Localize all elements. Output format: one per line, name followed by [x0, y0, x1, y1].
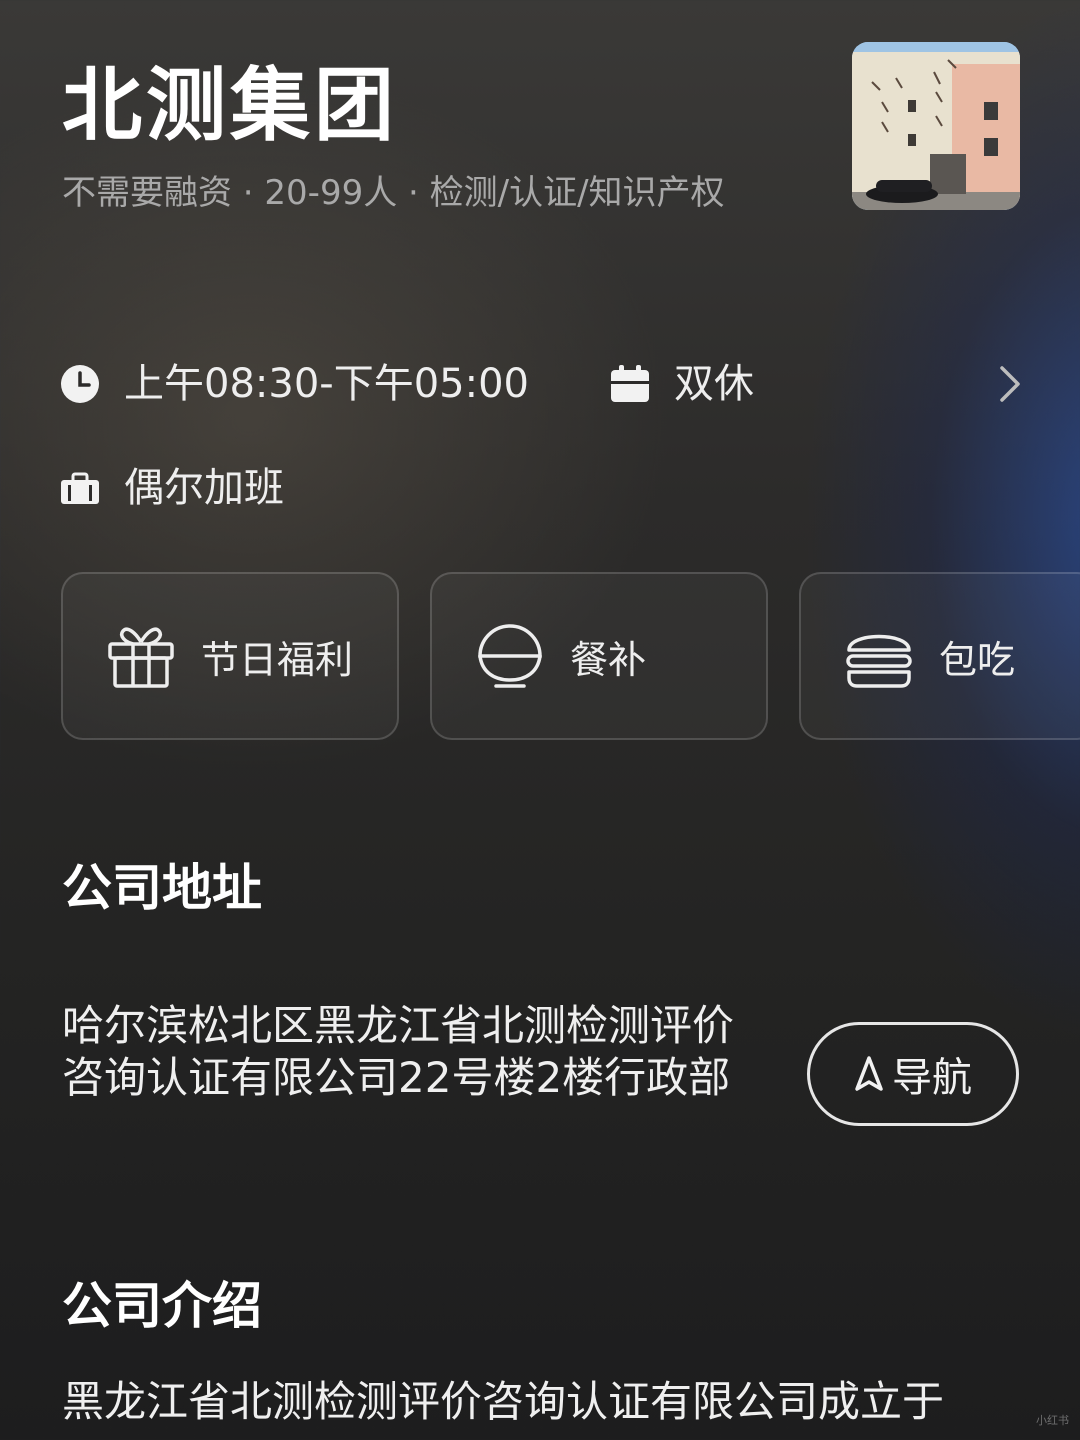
clock-icon — [61, 365, 99, 403]
navigate-button[interactable]: 导航 — [807, 1022, 1019, 1126]
benefit-card-meal-allowance[interactable]: 餐补 — [430, 572, 768, 740]
work-hours-row[interactable]: 上午08:30-下午05:00 — [60, 356, 529, 412]
calendar-icon — [611, 365, 649, 402]
navigate-label: 导航 — [892, 1055, 972, 1101]
benefit-card-meals-provided[interactable]: 包吃 — [799, 572, 1080, 740]
building-photo-illustration — [852, 42, 1020, 210]
gift-icon — [108, 627, 174, 688]
watermark: 小红书 — [1036, 1414, 1069, 1427]
work-schedule: 双休 — [610, 356, 754, 412]
overtime-row: 偶尔加班 — [60, 460, 284, 516]
chevron-right-icon[interactable] — [994, 364, 1024, 404]
benefit-label: 餐补 — [570, 637, 647, 682]
work-hours-text: 上午08:30-下午05:00 — [124, 361, 529, 407]
benefit-card-holiday[interactable]: 节日福利 — [61, 572, 399, 740]
overtime-text: 偶尔加班 — [124, 465, 284, 511]
address-text: 哈尔滨松北区黑龙江省北测检测评价咨询认证有限公司22号楼2楼行政部 — [62, 1001, 735, 1102]
company-title: 北测集团 — [62, 59, 398, 152]
briefcase-icon — [61, 472, 99, 504]
company-photo[interactable] — [852, 42, 1020, 210]
intro-section-title: 公司介绍 — [62, 1277, 262, 1335]
work-schedule-text: 双休 — [674, 361, 754, 407]
intro-text: 黑龙江省北测检测评价咨询认证有限公司成立于 — [62, 1377, 945, 1426]
benefit-label: 节日福利 — [201, 637, 354, 682]
navigation-arrow-icon — [855, 1056, 883, 1091]
rice-bowl-icon — [478, 624, 542, 688]
company-meta: 不需要融资 · 20-99人 · 检测/认证/知识产权 — [62, 173, 725, 213]
benefit-label: 包吃 — [939, 637, 1016, 682]
burger-icon — [846, 634, 912, 688]
address-section-title: 公司地址 — [62, 859, 262, 917]
